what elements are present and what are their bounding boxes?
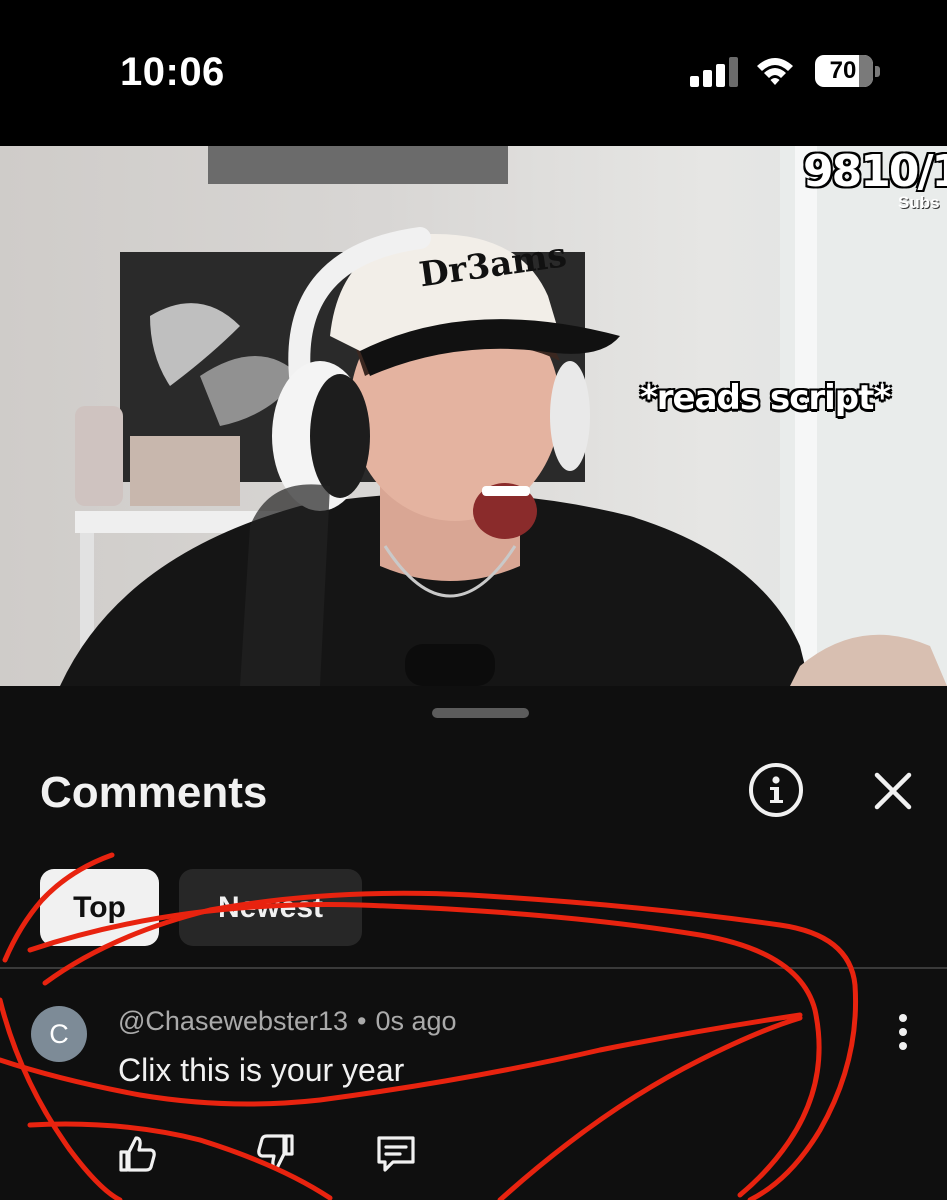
comment-time: 0s ago [375, 1006, 457, 1036]
comment-meta: @Chasewebster13 • 0s ago [118, 1006, 457, 1037]
reply-icon [377, 1136, 415, 1172]
subscriber-counter: 9810/10 [803, 146, 947, 197]
info-button[interactable] [749, 763, 803, 817]
comment-text: Clix this is your year [118, 1052, 405, 1088]
video-caption: *reads script* [640, 378, 891, 418]
reply-button[interactable] [373, 1130, 419, 1176]
comment-author[interactable]: @Chasewebster13 [118, 1006, 348, 1036]
video-player[interactable]: Dr3ams 9810/10 Subs *reads script* [0, 146, 947, 686]
info-icon [770, 776, 783, 803]
sort-chip-top[interactable]: Top [40, 869, 159, 946]
like-button[interactable] [115, 1130, 161, 1176]
dislike-button[interactable] [252, 1130, 298, 1176]
dislike-icon [257, 1134, 294, 1170]
wifi-icon [757, 58, 793, 85]
like-icon [119, 1136, 156, 1172]
drag-handle[interactable] [432, 708, 529, 718]
status-bar: 10:06 70 [0, 0, 947, 146]
divider [0, 967, 947, 969]
meta-separator: • [357, 1006, 367, 1036]
comments-title: Comments [40, 768, 268, 817]
battery-icon: 70 [815, 55, 881, 87]
subs-label: Subs [898, 193, 940, 212]
cellular-signal-icon [690, 57, 738, 87]
close-icon [874, 772, 912, 810]
comments-sheet: Comments Top Newest C @Chasewebster13 • 0s… [0, 686, 947, 1200]
status-time: 10:06 [120, 50, 225, 94]
more-vertical-icon [899, 1014, 907, 1022]
sort-chip-newest[interactable]: Newest [179, 869, 362, 946]
close-button[interactable] [870, 768, 916, 814]
avatar[interactable]: C [31, 1006, 87, 1062]
comment-more-button[interactable] [890, 1014, 916, 1050]
battery-level: 70 [829, 57, 857, 84]
